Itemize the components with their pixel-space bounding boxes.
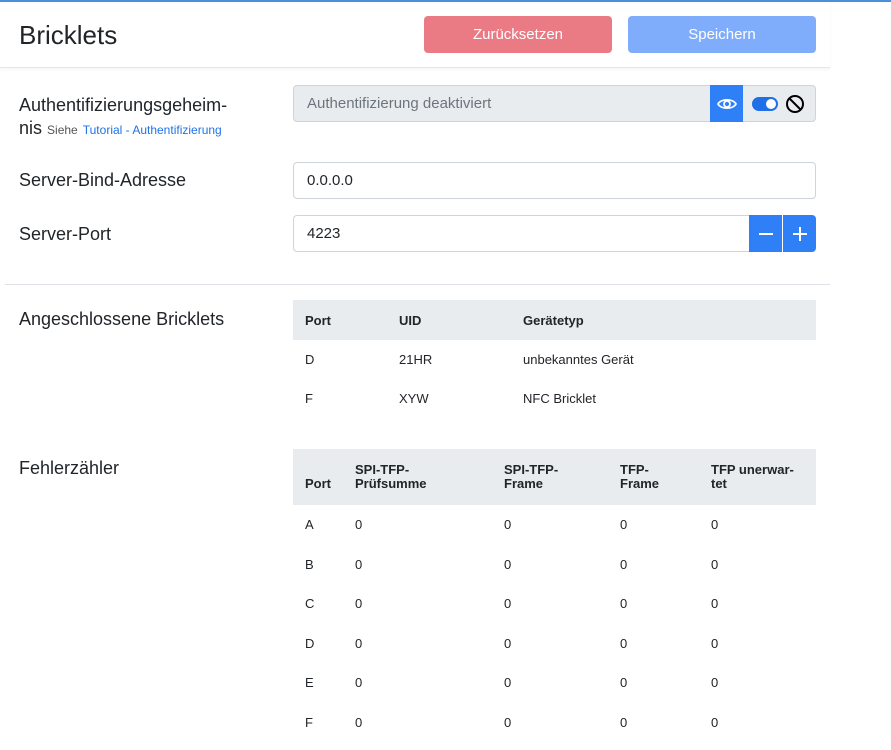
column-header: Gerätetyp (523, 300, 816, 340)
table-cell: 0 (620, 517, 628, 533)
table-cell: E (305, 675, 314, 691)
column-header-line1: TFP unerwar- (711, 462, 794, 477)
column-header: TFP- Frame (620, 449, 711, 505)
table-cell: 0 (711, 517, 719, 533)
table-cell: 0 (620, 635, 628, 651)
table-cell: 0 (355, 596, 363, 612)
table-cell: 0 (620, 714, 628, 730)
auth-toggle-area (743, 85, 816, 122)
column-header-line2: tet (711, 476, 727, 491)
column-header-line1: TFP- (620, 462, 649, 477)
table-cell: 0 (620, 596, 628, 612)
column-header-line2: Frame (504, 476, 544, 491)
table-row: A 0 0 0 0 (293, 505, 816, 545)
table-cell: F (305, 391, 313, 406)
table-cell: 21HR (399, 352, 433, 367)
table-cell: 0 (355, 675, 363, 691)
table-cell: 0 (504, 635, 512, 651)
table-row: F 0 0 0 0 (293, 703, 816, 743)
column-header-line1: SPI-TFP- (504, 462, 559, 477)
table-row: B 0 0 0 0 (293, 545, 816, 585)
table-cell: 0 (620, 556, 628, 572)
table-cell: NFC Bricklet (523, 391, 596, 406)
decrement-button[interactable] (749, 215, 782, 252)
auth-enable-switch[interactable] (752, 97, 778, 111)
server-port-label: Server-Port (19, 224, 112, 244)
table-cell: 0 (711, 675, 719, 691)
table-cell: 0 (504, 596, 512, 612)
plus-icon (792, 226, 807, 241)
switch-knob (766, 99, 776, 109)
table-cell: 0 (504, 675, 512, 691)
column-header-line2: Prüfsumme (355, 476, 427, 491)
column-header: SPI-TFP- Frame (504, 449, 620, 505)
show-secret-button[interactable] (710, 85, 743, 122)
server-port-group: 4223 (293, 215, 816, 252)
column-header-line1: SPI-TFP- (355, 462, 410, 477)
table-row: E 0 0 0 0 (293, 663, 816, 703)
increment-button[interactable] (783, 215, 816, 252)
auth-label-line2: nis (19, 118, 43, 138)
auth-secret-input[interactable]: Authentifizierung deaktiviert (293, 85, 711, 122)
table-cell: B (305, 556, 314, 572)
bind-address-label: Server-Bind-Adresse (19, 170, 187, 190)
table-cell: A (305, 517, 314, 533)
auth-secret-group: Authentifizierung deaktiviert (293, 85, 816, 122)
table-cell: 0 (504, 556, 512, 572)
column-header: Port (293, 449, 355, 505)
table-cell: 0 (620, 675, 628, 691)
auth-label-line1: Authentifizierungsgeheim- (19, 95, 228, 115)
eye-icon (716, 98, 737, 109)
table-cell: 0 (711, 596, 719, 612)
table-cell: 0 (355, 517, 363, 533)
table-cell: 0 (355, 556, 363, 572)
table-row: D 0 0 0 0 (293, 624, 816, 664)
table-cell: 0 (504, 714, 512, 730)
error-counters-table: Port SPI-TFP- Prüfsumme SPI-TFP- Frame TFP… (293, 449, 816, 742)
column-header: SPI-TFP- Prüfsumme (355, 449, 504, 505)
bind-address-input[interactable]: 0.0.0.0 (293, 162, 816, 199)
table-cell: D (305, 635, 315, 651)
table-row: F XYW NFC Bricklet (293, 379, 816, 418)
column-header: TFP unerwar-tet (711, 449, 816, 505)
auth-hint: Siehe (47, 123, 78, 137)
server-port-input[interactable]: 4223 (293, 215, 750, 252)
page-header: Bricklets Zurücksetzen Speichern (0, 2, 830, 68)
column-header: Port (293, 300, 399, 340)
column-header: UID (399, 300, 523, 340)
section-divider (5, 284, 830, 285)
table-cell: 0 (711, 556, 719, 572)
column-header-text: Port (305, 476, 331, 491)
ban-icon (786, 95, 804, 113)
save-button[interactable]: Speichern (628, 16, 816, 53)
connected-bricklets-label: Angeschlossene Bricklets (19, 309, 225, 329)
reset-button[interactable]: Zurücksetzen (424, 16, 612, 53)
table-cell: 0 (355, 714, 363, 730)
table-cell: unbekanntes Gerät (523, 352, 634, 367)
table-cell: 0 (711, 635, 719, 651)
table-cell: 0 (711, 714, 719, 730)
table-cell: D (305, 352, 315, 367)
page-title: Bricklets (19, 20, 118, 50)
table-header-row: Port UID Gerätetyp (293, 300, 816, 340)
error-counters-label: Fehlerzähler (19, 458, 120, 478)
auth-secret-label: Authentifizierungsgeheim- nis Siehe Tuto… (19, 94, 227, 142)
table-cell: C (305, 596, 315, 612)
table-header-row: Port SPI-TFP- Prüfsumme SPI-TFP- Frame TFP… (293, 449, 816, 505)
table-cell: 0 (355, 635, 363, 651)
table-row: C 0 0 0 0 (293, 584, 816, 624)
tutorial-auth-link[interactable]: Tutorial - Authentifizierung (83, 123, 222, 137)
column-header-line2: Frame (620, 476, 660, 491)
table-row: D 21HR unbekanntes Gerät (293, 340, 816, 379)
table-cell: F (305, 714, 313, 730)
connected-bricklets-table: Port UID Gerätetyp D 21HR unbekanntes Ge… (293, 300, 816, 418)
minus-icon (758, 232, 773, 235)
table-cell: XYW (399, 391, 429, 406)
table-cell: 0 (504, 517, 512, 533)
